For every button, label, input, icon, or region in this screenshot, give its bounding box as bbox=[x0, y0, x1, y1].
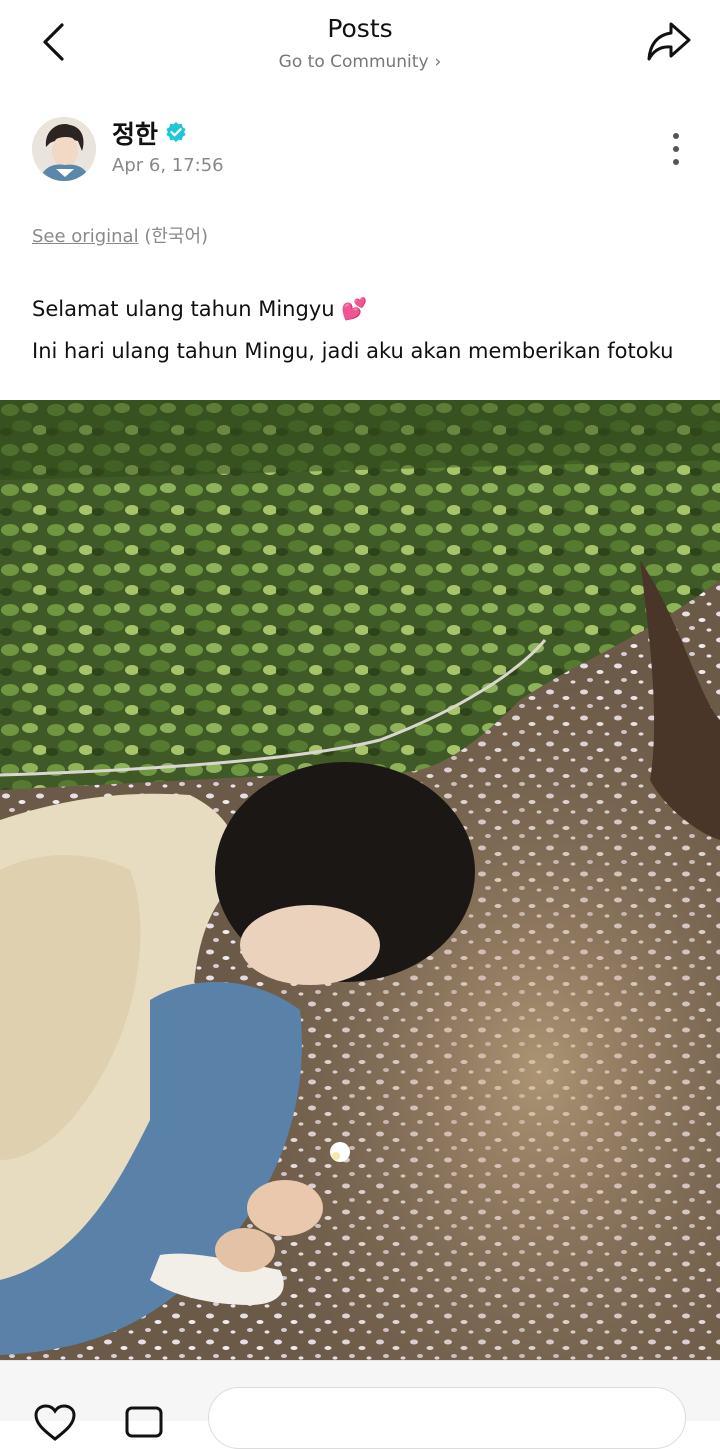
post-body: Selamat ulang tahun Mingyu 💕 Ini hari ul… bbox=[32, 288, 702, 372]
share-arrow-icon bbox=[647, 22, 691, 61]
author-name[interactable]: 정한 bbox=[112, 115, 158, 151]
comment-button[interactable] bbox=[124, 1405, 164, 1445]
post-timestamp: Apr 6, 17:56 bbox=[112, 155, 224, 176]
comment-icon bbox=[125, 1406, 163, 1438]
bottom-action-bar bbox=[0, 1360, 720, 1449]
avatar-image bbox=[32, 117, 96, 181]
avatar[interactable] bbox=[32, 117, 96, 181]
share-button[interactable] bbox=[644, 18, 694, 66]
more-vertical-icon bbox=[673, 133, 679, 165]
chevron-right-icon: › bbox=[434, 52, 442, 72]
author-row: 정한 Apr 6, 17:56 bbox=[32, 115, 688, 185]
translation-row: See original (한국어) bbox=[32, 222, 208, 248]
post-photo-image bbox=[0, 400, 720, 1360]
post-text-line: Ini hari ulang tahun Mingu, jadi aku aka… bbox=[32, 339, 674, 363]
see-original-link[interactable]: See original bbox=[32, 226, 139, 247]
community-link-label: Go to Community bbox=[278, 52, 429, 72]
like-button[interactable] bbox=[32, 1403, 78, 1443]
original-language-label: (한국어) bbox=[144, 226, 209, 247]
post-text-line: Selamat ulang tahun Mingyu 💕 bbox=[32, 297, 368, 321]
page-title: Posts bbox=[327, 14, 393, 43]
post-photo[interactable] bbox=[0, 400, 720, 1360]
comment-input[interactable] bbox=[208, 1387, 686, 1449]
more-options-button[interactable] bbox=[664, 131, 688, 167]
go-to-community-link[interactable]: Go to Community › bbox=[0, 52, 720, 72]
verified-badge-icon bbox=[166, 122, 186, 142]
heart-icon bbox=[34, 1404, 76, 1441]
top-app-bar: Posts Go to Community › bbox=[0, 0, 720, 92]
